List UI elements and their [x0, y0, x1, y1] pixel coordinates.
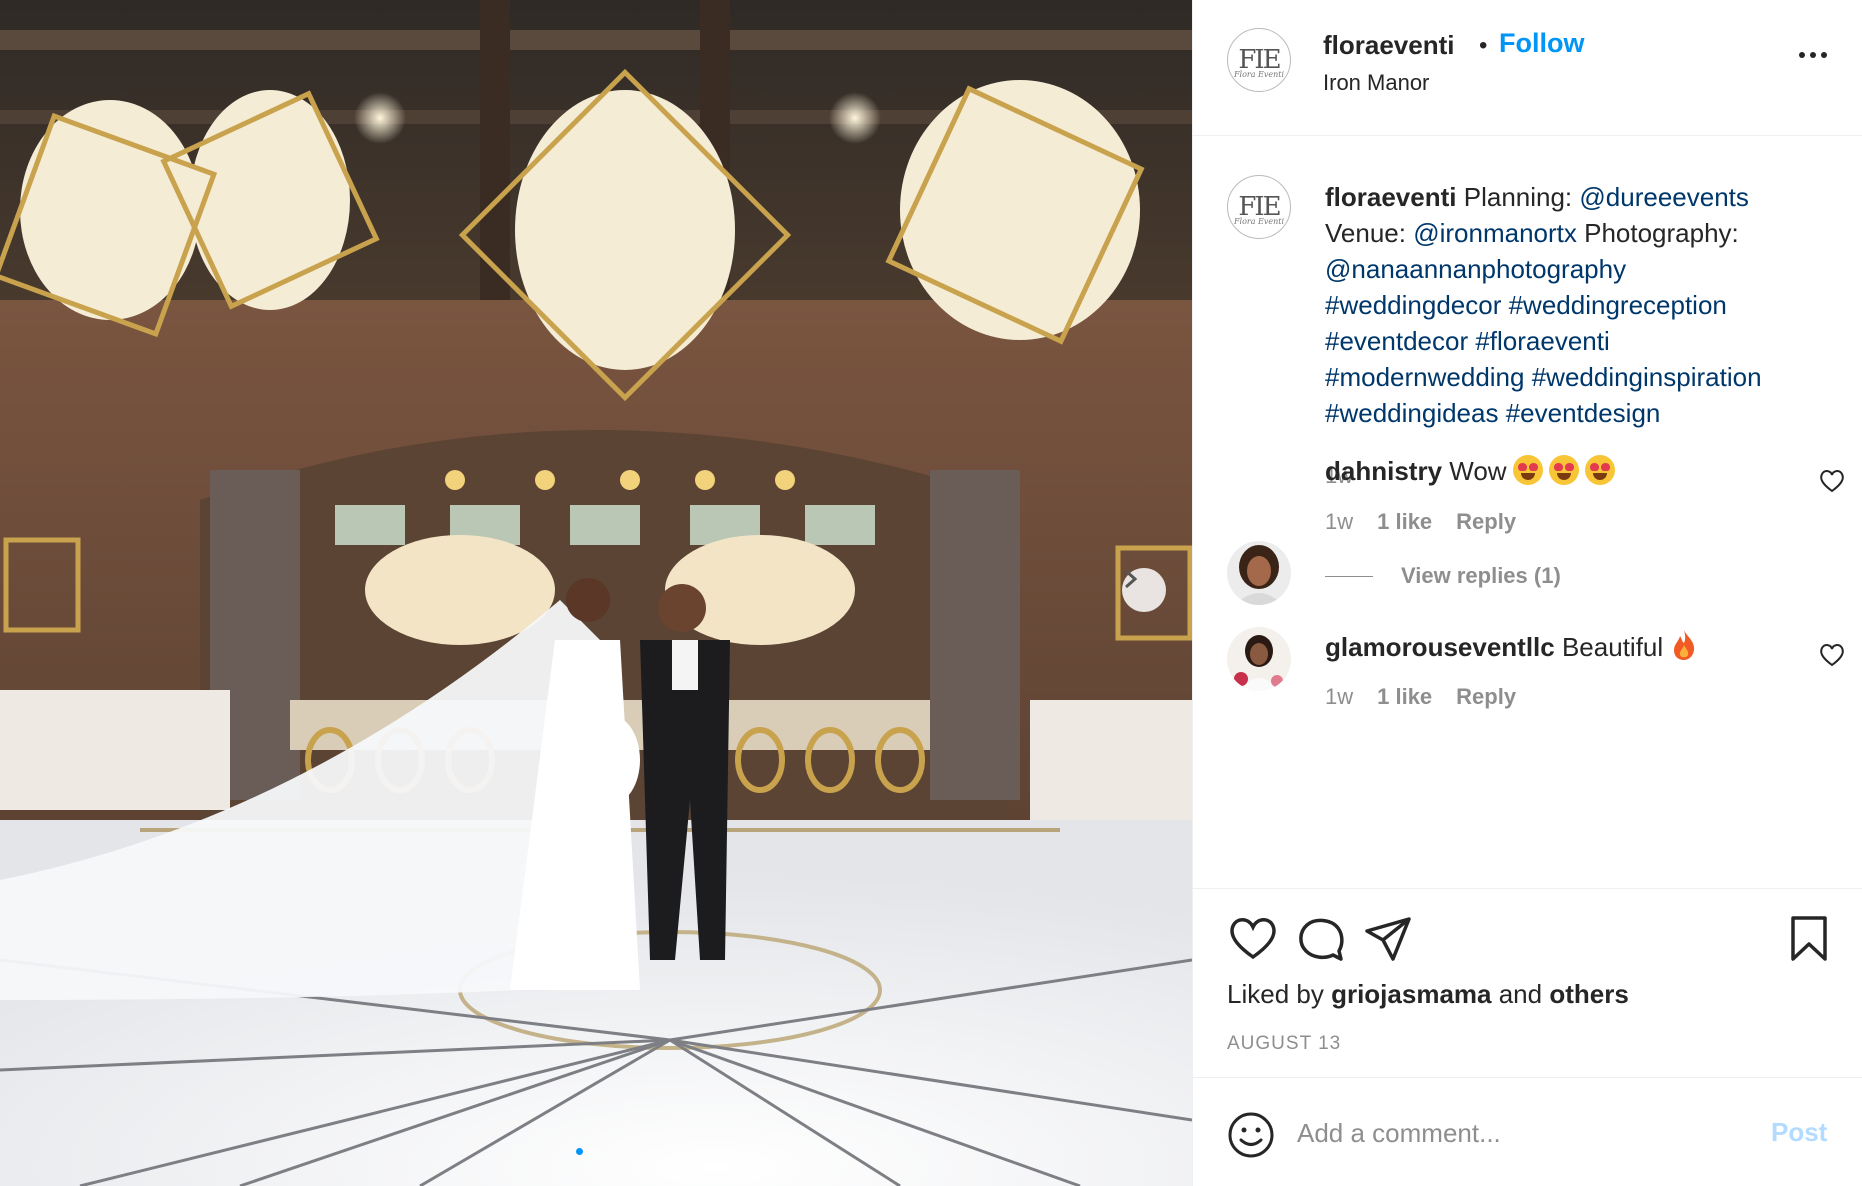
post-caption: floraeventi Planning: @dureeevents Venue…	[1325, 179, 1845, 431]
post-location[interactable]: Iron Manor	[1323, 70, 1429, 96]
liked-by-text: and	[1491, 979, 1550, 1009]
share-icon[interactable]	[1363, 913, 1415, 965]
carousel-dot-active	[576, 1148, 583, 1155]
caption-text: Planning:	[1463, 182, 1580, 212]
carousel-next-button[interactable]	[1122, 568, 1166, 612]
comment-timestamp[interactable]: 1w	[1325, 684, 1353, 710]
commenter-avatar[interactable]	[1227, 541, 1291, 605]
fire-emoji	[1674, 630, 1695, 660]
view-replies-button[interactable]: View replies (1)	[1325, 563, 1561, 589]
comment-like-count[interactable]: 1 like	[1377, 509, 1432, 535]
caption-text: Photography:	[1576, 218, 1739, 248]
comment-like-count[interactable]: 1 like	[1377, 684, 1432, 710]
view-replies-divider	[1325, 575, 1373, 577]
add-comment-bar: Post	[1193, 1079, 1862, 1186]
heart-eyes-emoji	[1584, 455, 1615, 485]
avatar-logo-subtext: Flora Eventi	[1233, 217, 1285, 226]
comment-like-heart-icon[interactable]	[1819, 469, 1845, 493]
post-comment-button[interactable]: Post	[1771, 1117, 1827, 1148]
author-username[interactable]: floraeventi	[1323, 30, 1455, 61]
carousel-indicator	[576, 1148, 596, 1155]
heart-icon[interactable]	[1227, 913, 1279, 965]
caption-author-avatar[interactable]: FIE Flora Eventi	[1227, 175, 1291, 239]
comment-text: dahnistry Wow	[1325, 455, 1615, 487]
comment-input[interactable]	[1297, 1107, 1737, 1159]
post-photo[interactable]	[0, 0, 1192, 1186]
caption-username[interactable]: floraeventi	[1325, 182, 1457, 212]
author-avatar[interactable]: FIE Flora Eventi	[1227, 28, 1291, 92]
post-details-panel: FIE Flora Eventi floraeventi • Follow Ir…	[1192, 0, 1862, 1186]
follow-button[interactable]: Follow	[1499, 28, 1584, 59]
carousel-dot	[589, 1148, 596, 1155]
comment-body: Beautiful	[1561, 632, 1664, 662]
mention-link[interactable]: @dureeevents	[1579, 182, 1749, 212]
hashtag-link[interactable]: #modernwedding	[1325, 362, 1524, 392]
comment-text: glamorouseventllc Beautiful	[1325, 629, 1697, 663]
reply-button[interactable]: Reply	[1456, 509, 1516, 535]
comment-username[interactable]: glamorouseventllc	[1325, 632, 1555, 662]
liked-by-others[interactable]: others	[1549, 979, 1628, 1009]
reply-button[interactable]: Reply	[1456, 684, 1516, 710]
bookmark-icon[interactable]	[1783, 913, 1835, 965]
comments-list[interactable]: FIE Flora Eventi floraeventi Planning: @…	[1193, 137, 1862, 887]
post-header: FIE Flora Eventi floraeventi • Follow Ir…	[1193, 0, 1862, 136]
comment-meta: 1w 1 like Reply	[1325, 509, 1516, 535]
comment-username[interactable]: dahnistry	[1325, 456, 1442, 486]
hashtag-link[interactable]: #eventdesign	[1506, 398, 1661, 428]
comment-body: Wow	[1449, 456, 1507, 486]
comment-timestamp[interactable]: 1w	[1325, 509, 1353, 535]
caption-text: Venue:	[1325, 218, 1414, 248]
mention-link[interactable]: @ironmanortx	[1413, 218, 1577, 248]
chevron-right-icon	[1125, 569, 1138, 589]
more-options-icon[interactable]	[1799, 52, 1827, 58]
hashtag-link[interactable]: #weddingdecor	[1325, 290, 1501, 320]
hashtag-link[interactable]: #weddingideas	[1325, 398, 1498, 428]
view-replies-label: View replies (1)	[1401, 563, 1561, 588]
post-date[interactable]: AUGUST 13	[1227, 1033, 1341, 1055]
header-separator: •	[1479, 32, 1488, 59]
hashtag-link[interactable]: #weddingreception	[1509, 290, 1727, 320]
liked-by-summary: Liked by griojasmama and others	[1227, 979, 1629, 1010]
liked-by-user[interactable]: griojasmama	[1331, 979, 1491, 1009]
heart-eyes-emoji	[1548, 455, 1579, 485]
mention-link[interactable]: @nanaannanphotography	[1325, 254, 1626, 284]
hashtag-link[interactable]: #weddinginspiration	[1532, 362, 1762, 392]
heart-eyes-emoji	[1512, 455, 1543, 485]
hashtag-link[interactable]: #floraeventi	[1475, 326, 1609, 356]
commenter-avatar[interactable]	[1227, 627, 1291, 691]
comment-icon[interactable]	[1295, 913, 1347, 965]
liked-by-text: Liked by	[1227, 979, 1332, 1009]
avatar-logo-subtext: Flora Eventi	[1233, 70, 1285, 79]
post-actions: Liked by griojasmama and others AUGUST 1…	[1193, 888, 1862, 1078]
comment-meta: 1w 1 like Reply	[1325, 684, 1516, 710]
hashtag-link[interactable]: #eventdecor	[1325, 326, 1468, 356]
comment-like-heart-icon[interactable]	[1819, 643, 1845, 667]
emoji-picker-icon[interactable]	[1227, 1111, 1275, 1159]
wedding-photo-illustration	[0, 0, 1192, 1186]
